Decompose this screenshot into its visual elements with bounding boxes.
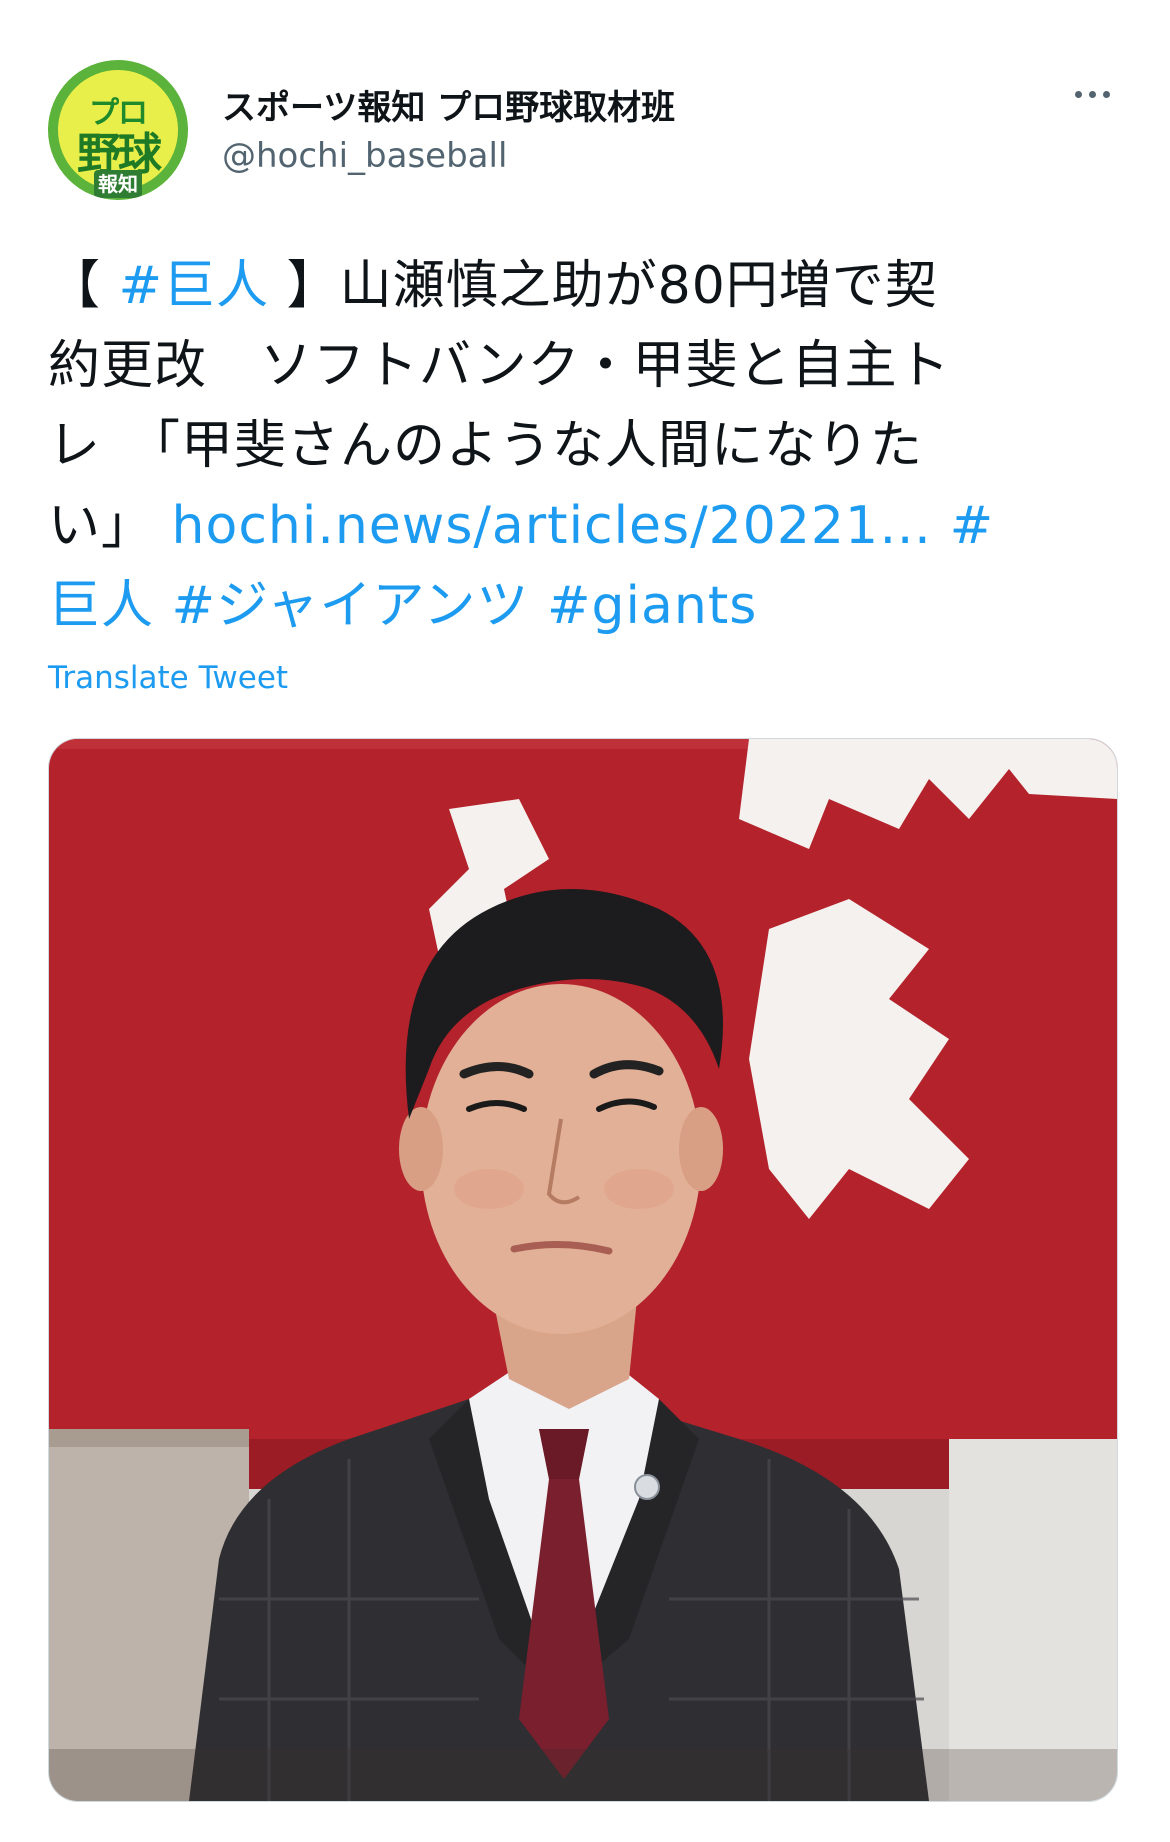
article-link[interactable]: hochi.news/articles/20221… — [172, 496, 933, 556]
tweet-text-segment: い」 — [48, 496, 155, 556]
avatar[interactable]: プロ 野球 報知 — [48, 60, 188, 200]
photo-illustration — [49, 739, 1117, 1801]
tweet-line: 約更改 ソフトバンク・甲斐と自主ト — [48, 336, 951, 396]
display-name[interactable]: スポーツ報知 プロ野球取材班 — [222, 80, 675, 129]
hashtag-link[interactable]: 巨人 — [48, 576, 154, 636]
tweet-photo[interactable] — [48, 738, 1118, 1802]
tweet-text: 【 #巨人 】山瀬慎之助が80円増で契 約更改 ソフトバンク・甲斐と自主ト レ … — [48, 246, 1128, 646]
tweet-line: 【 #巨人 】山瀬慎之助が80円増で契 — [48, 246, 1128, 326]
hashtag-link[interactable]: # — [950, 496, 995, 556]
translate-tweet-link[interactable]: Translate Tweet — [48, 660, 288, 696]
more-horizontal-icon — [1074, 90, 1110, 98]
hashtag-link[interactable]: #ジャイアンツ — [172, 576, 530, 636]
tweet-line: い」 hochi.news/articles/20221… # — [48, 486, 1128, 566]
tweet-line: 巨人 #ジャイアンツ #giants — [48, 566, 1128, 646]
bracket-open: 【 — [48, 256, 119, 316]
avatar-logo: プロ 野球 報知 — [58, 70, 178, 198]
hashtag-link[interactable]: #巨人 — [119, 256, 270, 316]
tweet-line: レ 「甲斐さんのような人間になりた — [48, 416, 924, 476]
tweet-header: プロ 野球 報知 スポーツ報知 プロ野球取材班 @hochi_baseball — [48, 60, 1122, 200]
tweet-text-segment: 】山瀬慎之助が80円増で契 — [269, 256, 938, 316]
hashtag-link[interactable]: #giants — [547, 576, 757, 636]
user-handle[interactable]: @hochi_baseball — [222, 136, 507, 176]
avatar-text-line3: 報知 — [94, 170, 142, 198]
more-options-button[interactable] — [1062, 74, 1122, 114]
